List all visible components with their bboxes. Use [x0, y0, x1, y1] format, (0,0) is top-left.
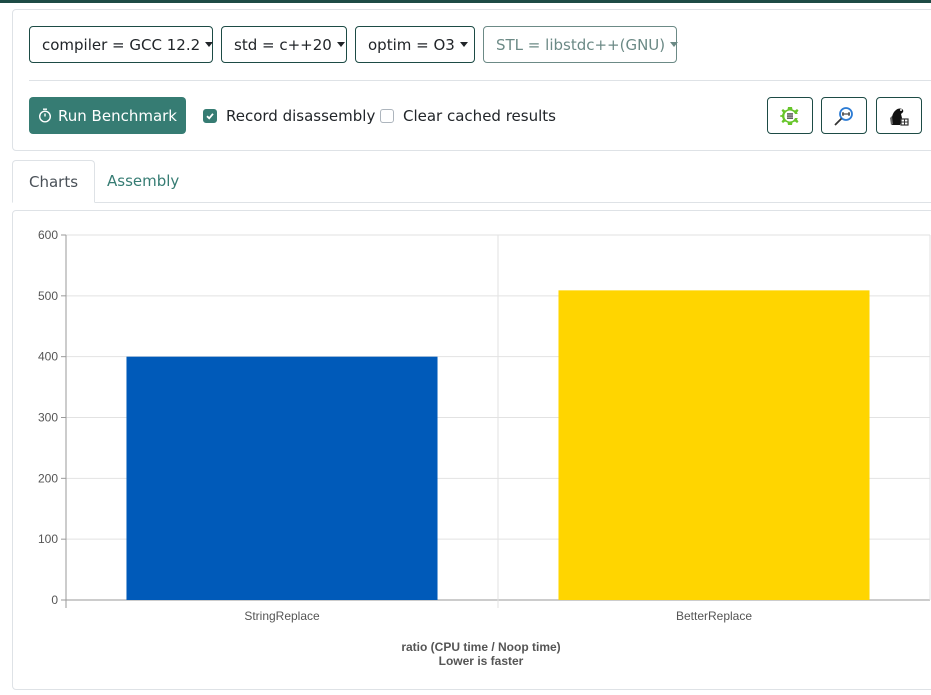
y-tick-label: 400 [38, 350, 58, 364]
bar-chart: 0 100 200 300 400 500 600 StringReplace BetterRe… [38, 228, 931, 668]
optim-dropdown[interactable]: optim = O3 [355, 26, 475, 63]
chart-container: 0 100 200 300 400 500 600 StringReplace BetterRe… [12, 210, 931, 690]
result-tabs: Charts Assembly [12, 160, 931, 203]
stl-dropdown[interactable]: STL = libstdc++(GNU) [483, 26, 679, 63]
compiler-dropdown[interactable]: compiler = GCC 12.2 [29, 26, 214, 63]
caret-down-icon [459, 42, 468, 47]
check-icon [206, 113, 214, 120]
x-tick-label: BetterReplace [676, 609, 752, 623]
divider [29, 80, 931, 81]
build-bench-icon [890, 108, 909, 126]
stl-label: STL = libstdc++(GNU) [496, 35, 666, 54]
clear-cache-checkbox[interactable]: Clear cached results [380, 107, 556, 125]
y-tick-label: 600 [38, 228, 58, 242]
checkbox-checked[interactable] [203, 109, 217, 123]
compiler-label: compiler = GCC 12.2 [42, 35, 201, 54]
optim-label: optim = O3 [368, 35, 455, 54]
bar-stringreplace [126, 356, 438, 600]
compiler-explorer-icon [780, 106, 799, 125]
y-tick-label: 300 [38, 411, 58, 425]
top-accent-bar [0, 0, 931, 3]
y-tick-label: 500 [38, 289, 58, 303]
y-tick-label: 100 [38, 532, 58, 546]
x-tick-label: StringReplace [244, 609, 320, 623]
tab-charts-label: Charts [29, 172, 79, 191]
std-dropdown[interactable]: std = c++20 [221, 26, 347, 63]
tab-assembly[interactable]: Assembly [91, 160, 195, 202]
checkbox-unchecked[interactable] [380, 109, 394, 123]
record-disassembly-label: Record disassembly [226, 107, 376, 125]
caret-down-icon [205, 42, 214, 47]
x-axis-title: ratio (CPU time / Noop time) [401, 640, 560, 654]
caret-down-icon [670, 42, 679, 47]
compiler-explorer-button[interactable] [767, 97, 813, 134]
bar-betterreplace [558, 290, 870, 600]
quick-bench-button[interactable] [821, 97, 867, 134]
tab-assembly-label: Assembly [107, 172, 180, 190]
stopwatch-icon [39, 108, 52, 123]
y-tick-label: 0 [51, 593, 58, 607]
tab-charts[interactable]: Charts [12, 160, 96, 203]
quick-bench-icon [834, 106, 853, 126]
build-bench-button[interactable] [876, 97, 922, 134]
y-tick-label: 200 [38, 471, 58, 485]
x-axis-subtitle: Lower is faster [439, 654, 524, 668]
std-label: std = c++20 [234, 35, 332, 54]
run-benchmark-button[interactable]: Run Benchmark [29, 97, 186, 134]
record-disassembly-checkbox[interactable]: Record disassembly [203, 107, 375, 125]
run-benchmark-label: Run Benchmark [58, 106, 177, 125]
caret-down-icon [336, 42, 345, 47]
clear-cache-label: Clear cached results [403, 107, 556, 125]
